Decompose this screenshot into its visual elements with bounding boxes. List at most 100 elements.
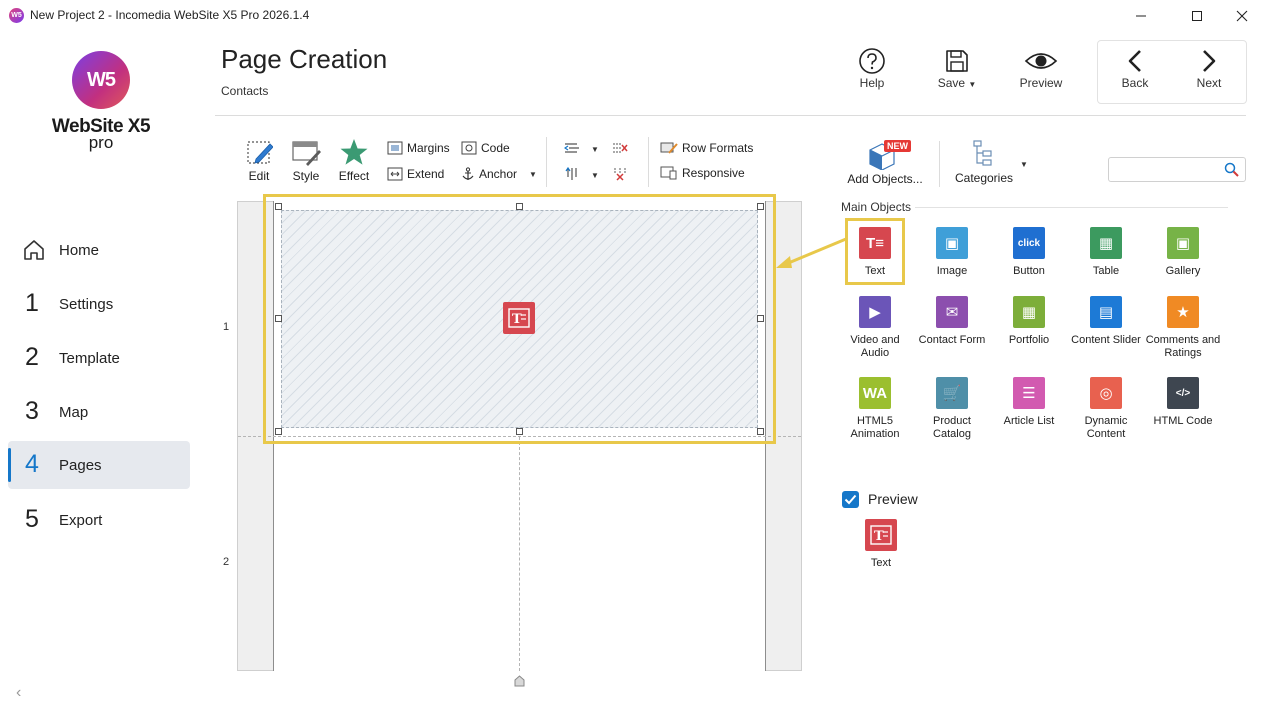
code-button[interactable]: Code xyxy=(461,141,510,155)
anchor-label: Anchor xyxy=(479,167,518,181)
margins-button[interactable]: Margins xyxy=(387,141,450,155)
object-html-code[interactable]: </> HTML Code xyxy=(1145,377,1221,428)
logo-edition: pro xyxy=(88,133,114,152)
categories-label: Categories xyxy=(954,171,1014,185)
help-label: Help xyxy=(859,76,885,90)
preview-checkbox[interactable] xyxy=(842,491,859,508)
chevron-down-icon[interactable]: ▼ xyxy=(1020,160,1028,169)
save-button[interactable]: Save ▼ xyxy=(930,46,984,100)
close-icon xyxy=(1236,10,1248,22)
comments-and-ratings-icon: ★ xyxy=(1167,296,1199,328)
logo-mark: W5 xyxy=(72,51,130,109)
delete-column-button[interactable] xyxy=(612,141,628,160)
sidebar-item-number: 3 xyxy=(25,397,39,425)
back-button[interactable]: Back xyxy=(1108,46,1162,100)
object-html5-animation[interactable]: WA HTML5 Animation xyxy=(837,377,913,441)
preview-button[interactable]: Preview xyxy=(1014,46,1068,100)
button-icon: click xyxy=(1013,227,1045,259)
gallery-icon: ▣ xyxy=(1167,227,1199,259)
effect-label: Effect xyxy=(338,169,370,183)
object-comments-and-ratings[interactable]: ★ Comments and Ratings xyxy=(1145,296,1221,360)
edit-button[interactable]: Edit xyxy=(243,138,275,183)
object-portfolio[interactable]: ▦ Portfolio xyxy=(991,296,1067,347)
object-article-list[interactable]: ☰ Article List xyxy=(991,377,1067,428)
object-content-slider[interactable]: ▤ Content Slider xyxy=(1068,296,1144,347)
icon-glyph: ▤ xyxy=(1098,303,1114,321)
sidebar-item-settings[interactable]: 1 Settings xyxy=(8,280,190,328)
sidebar-item-pages[interactable]: 4 Pages xyxy=(8,441,190,489)
eye-icon xyxy=(1024,53,1058,69)
object-product-catalog[interactable]: 🛒 Product Catalog xyxy=(914,377,990,441)
close-button[interactable] xyxy=(1219,0,1265,32)
star-icon xyxy=(340,139,368,165)
page-end-marker[interactable] xyxy=(514,675,525,687)
help-button[interactable]: Help xyxy=(846,46,898,100)
content-slider-icon: ▤ xyxy=(1090,296,1122,328)
section-divider xyxy=(915,207,1228,208)
object-video-and-audio[interactable]: ▶ Video and Audio xyxy=(837,296,913,360)
minimize-icon xyxy=(1136,15,1146,17)
style-label: Style xyxy=(292,169,320,183)
back-label: Back xyxy=(1121,76,1149,90)
object-image[interactable]: ▣ Image xyxy=(914,227,990,278)
sidebar-item-number: 4 xyxy=(25,450,39,478)
code-label: Code xyxy=(481,141,510,155)
icon-glyph: WA xyxy=(862,384,888,402)
icon-glyph: ▦ xyxy=(1098,234,1114,252)
preview-item: T Text xyxy=(843,519,919,570)
chevron-down-icon: ▼ xyxy=(968,80,977,89)
checkmark-icon xyxy=(844,494,857,505)
align-top-button[interactable] xyxy=(564,166,580,186)
contact-form-icon: ✉ xyxy=(936,296,968,328)
row-formats-icon xyxy=(660,142,678,154)
next-button[interactable]: Next xyxy=(1182,46,1236,100)
object-label: HTML5 Animation xyxy=(850,415,900,440)
object-dynamic-content[interactable]: ◎ Dynamic Content xyxy=(1068,377,1144,441)
chevron-left-icon xyxy=(1128,50,1141,72)
portfolio-icon: ▦ xyxy=(1013,296,1045,328)
row-formats-button[interactable]: Row Formats xyxy=(660,141,753,155)
minimize-button[interactable] xyxy=(1118,0,1164,32)
row-number: 2 xyxy=(223,556,230,568)
anchor-button[interactable]: Anchor ▼ xyxy=(461,167,537,181)
new-badge: NEW xyxy=(884,140,911,152)
object-label: Gallery xyxy=(1165,265,1201,277)
extend-button[interactable]: Extend xyxy=(387,167,444,181)
delete-row-button[interactable] xyxy=(612,167,628,186)
object-table[interactable]: ▦ Table xyxy=(1068,227,1144,278)
chevron-down-icon[interactable]: ▼ xyxy=(591,145,599,154)
object-label: Image xyxy=(936,265,968,277)
sidebar-item-map[interactable]: 3 Map xyxy=(8,388,190,436)
toolbar-separator xyxy=(648,137,649,187)
text-icon: T xyxy=(865,519,897,551)
object-label: Dynamic Content xyxy=(1084,415,1128,440)
sidebar-item-template[interactable]: 2 Template xyxy=(8,334,190,382)
object-label: Portfolio xyxy=(1008,334,1050,346)
style-button[interactable]: Style xyxy=(289,138,323,183)
delete-column-icon xyxy=(613,143,628,153)
chevron-down-icon[interactable]: ▼ xyxy=(591,171,599,180)
sidebar-item-home[interactable]: Home xyxy=(8,226,190,274)
object-contact-form[interactable]: ✉ Contact Form xyxy=(914,296,990,347)
search-icon xyxy=(1224,162,1239,177)
align-left-button[interactable] xyxy=(563,141,580,160)
icon-glyph: ✉ xyxy=(945,303,959,321)
categories-button[interactable]: Categories xyxy=(952,138,1016,185)
object-button[interactable]: click Button xyxy=(991,227,1067,278)
effect-button[interactable]: Effect xyxy=(336,138,372,183)
object-gallery[interactable]: ▣ Gallery xyxy=(1145,227,1221,278)
sidebar-item-export[interactable]: 5 Export xyxy=(8,496,190,544)
sidebar-item-label: Map xyxy=(59,404,89,421)
icon-glyph: ★ xyxy=(1176,303,1190,321)
sidebar-collapse-button[interactable]: ‹ xyxy=(16,684,21,702)
maximize-button[interactable] xyxy=(1174,0,1220,32)
edit-label: Edit xyxy=(248,169,270,183)
search-input[interactable] xyxy=(1108,157,1246,182)
table-icon: ▦ xyxy=(1090,227,1122,259)
object-label: Contact Form xyxy=(918,334,986,346)
add-objects-button[interactable]: NEW Add Objects... xyxy=(846,138,924,186)
align-icon xyxy=(563,143,579,153)
responsive-button[interactable]: Responsive xyxy=(660,166,745,180)
next-label: Next xyxy=(1196,76,1222,90)
column-separator xyxy=(519,437,520,671)
